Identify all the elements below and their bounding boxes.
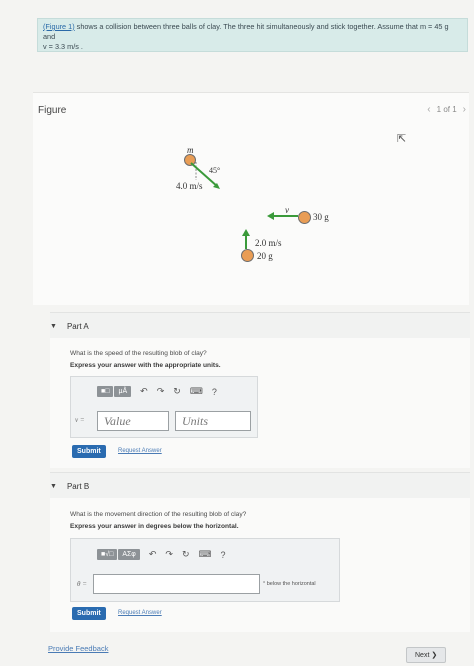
pager-text: 1 of 1 xyxy=(436,105,457,114)
next-figure-icon[interactable]: › xyxy=(463,104,466,115)
part-b-instruction: Express your answer in degrees below the… xyxy=(70,523,239,530)
collapse-triangle-icon: ▼ xyxy=(50,322,57,330)
greek-symbols-button[interactable]: ΑΣφ xyxy=(118,549,140,560)
problem-text: shows a collision between three balls of… xyxy=(43,22,449,41)
problem-statement: (Figure 1) shows a collision between thr… xyxy=(37,18,468,52)
part-a-variable-label: v = xyxy=(75,416,85,424)
units-button[interactable]: μÅ xyxy=(114,386,132,397)
next-label: Next xyxy=(415,652,430,659)
part-a-header[interactable]: ▼ Part A xyxy=(50,312,470,339)
clay-ball-20g xyxy=(241,249,254,262)
redo-icon[interactable]: ↷ xyxy=(157,386,165,397)
velocity-arrow-20g xyxy=(242,229,250,249)
problem-text-2: v = 3.3 m/s . xyxy=(43,42,83,51)
part-b-title: Part B xyxy=(66,481,90,491)
part-a-submit-button[interactable]: Submit xyxy=(72,445,106,458)
templates-button[interactable]: ■□ xyxy=(97,386,114,397)
collapse-triangle-icon: ▼ xyxy=(50,482,57,490)
part-b-request-answer-link[interactable]: Request Answer xyxy=(118,610,162,616)
provide-feedback-link[interactable]: Provide Feedback xyxy=(48,644,108,653)
speed-20-label: 2.0 m/s xyxy=(255,238,282,248)
next-button[interactable]: Next ❯ xyxy=(406,647,447,663)
part-b-submit-button[interactable]: Submit xyxy=(72,607,106,620)
angle-label: 45° xyxy=(209,166,221,175)
angle-input[interactable] xyxy=(93,574,260,594)
mass-30-label: 30 g xyxy=(313,212,329,222)
angle-suffix: ° below the horizontal xyxy=(263,581,316,587)
mouse-cursor-icon: ⇱ xyxy=(397,133,407,145)
templates-button[interactable]: ■√□ xyxy=(97,549,118,560)
part-a-title: Part A xyxy=(66,321,89,331)
figure-panel xyxy=(33,92,469,305)
part-a-question: What is the speed of the resulting blob … xyxy=(70,350,207,357)
units-input[interactable]: Units xyxy=(175,411,251,431)
part-a-toolbar: ■□ μÅ ↶ ↷ ↻ ⌨ ? xyxy=(97,386,217,397)
part-a-request-answer-link[interactable]: Request Answer xyxy=(118,448,162,454)
help-icon[interactable]: ? xyxy=(212,387,217,397)
chevron-right-icon: ❯ xyxy=(431,652,438,659)
figure-pager: ‹ 1 of 1 › xyxy=(427,104,466,115)
part-b-header[interactable]: ▼ Part B xyxy=(50,472,470,499)
prev-figure-icon[interactable]: ‹ xyxy=(427,104,430,115)
part-b-variable-label: θ = xyxy=(77,580,87,588)
speed-m-label: 4.0 m/s xyxy=(176,181,203,191)
keyboard-icon[interactable]: ⌨ xyxy=(190,386,203,397)
part-b-toolbar: ■√□ ΑΣφ ↶ ↷ ↻ ⌨ ? xyxy=(97,549,226,560)
redo-icon[interactable]: ↷ xyxy=(165,549,173,560)
part-b-question: What is the movement direction of the re… xyxy=(70,511,247,518)
reset-icon[interactable]: ↻ xyxy=(182,549,190,560)
velocity-arrow-30g xyxy=(267,212,298,220)
part-a-instruction: Express your answer with the appropriate… xyxy=(70,362,221,369)
value-input[interactable]: Value xyxy=(97,411,169,431)
keyboard-icon[interactable]: ⌨ xyxy=(199,549,212,560)
figure-link[interactable]: (Figure 1) xyxy=(43,22,75,31)
part-b-answer-panel: ■√□ ΑΣφ ↶ ↷ ↻ ⌨ ? θ = ° below the horizo… xyxy=(70,538,340,602)
help-icon[interactable]: ? xyxy=(221,550,226,560)
reset-icon[interactable]: ↻ xyxy=(173,386,181,397)
undo-icon[interactable]: ↶ xyxy=(140,386,148,397)
mass-20-label: 20 g xyxy=(257,251,273,261)
figure-title: Figure xyxy=(38,105,67,116)
undo-icon[interactable]: ↶ xyxy=(149,549,157,560)
part-a-answer-panel: ■□ μÅ ↶ ↷ ↻ ⌨ ? v = Value Units xyxy=(70,376,258,438)
clay-ball-30g xyxy=(298,211,311,224)
